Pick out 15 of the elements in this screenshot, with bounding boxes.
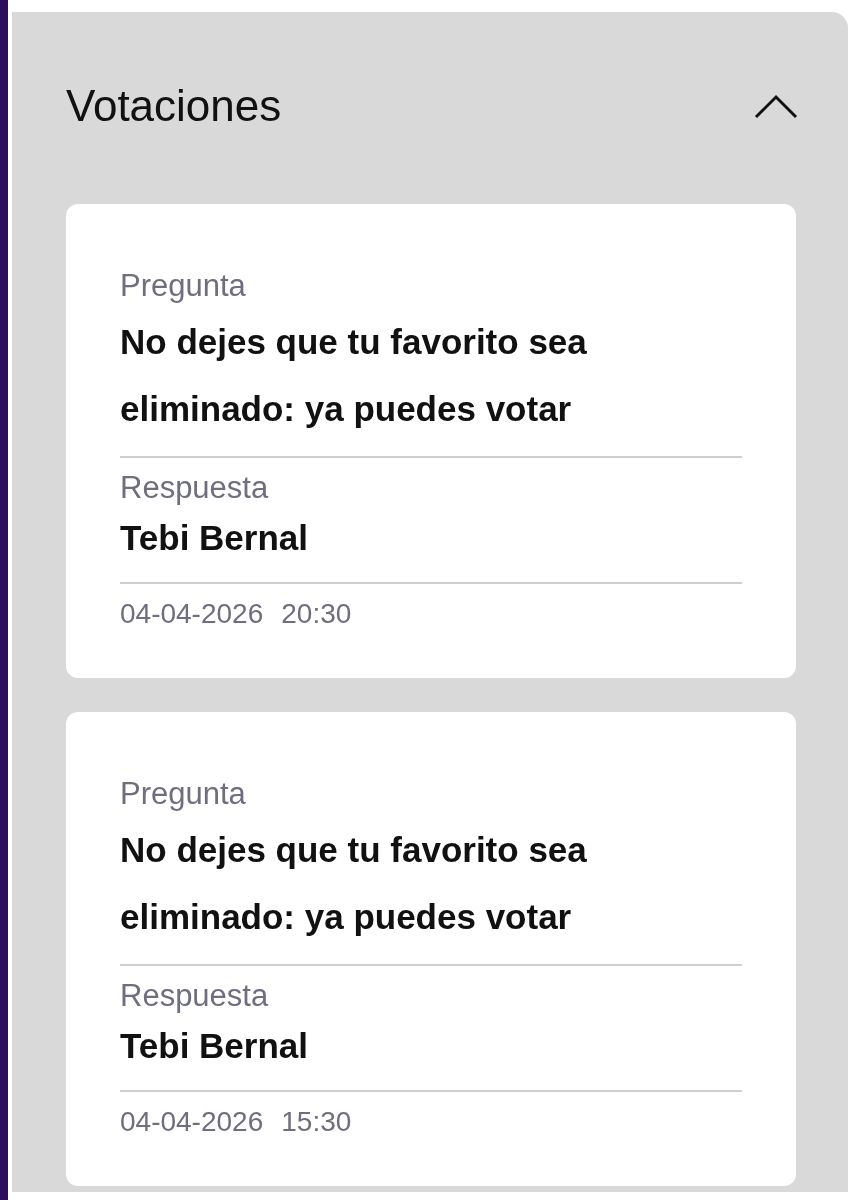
vote-time: 20:30 xyxy=(281,597,352,631)
answer-label: Respuesta xyxy=(120,977,270,1015)
collapse-button[interactable] xyxy=(754,93,798,119)
answer-label: Respuesta xyxy=(120,469,270,507)
answer-text: Tebi Bernal xyxy=(120,1025,309,1067)
section-title: Votaciones xyxy=(66,81,282,131)
vote-date: 04-04-2026 xyxy=(120,1105,264,1139)
answer-text: Tebi Bernal xyxy=(120,517,309,559)
question-text: No dejes que tu favorito sea eliminado: ya puedes votar xyxy=(120,321,588,430)
vote-time: 15:30 xyxy=(281,1105,352,1139)
question-text: No dejes que tu favorito sea eliminado: ya puedes votar xyxy=(120,829,588,938)
chevron-up-icon xyxy=(754,93,798,119)
vote-date: 04-04-2026 xyxy=(120,597,264,631)
question-label: Pregunta xyxy=(120,267,247,305)
question-label: Pregunta xyxy=(120,775,247,813)
